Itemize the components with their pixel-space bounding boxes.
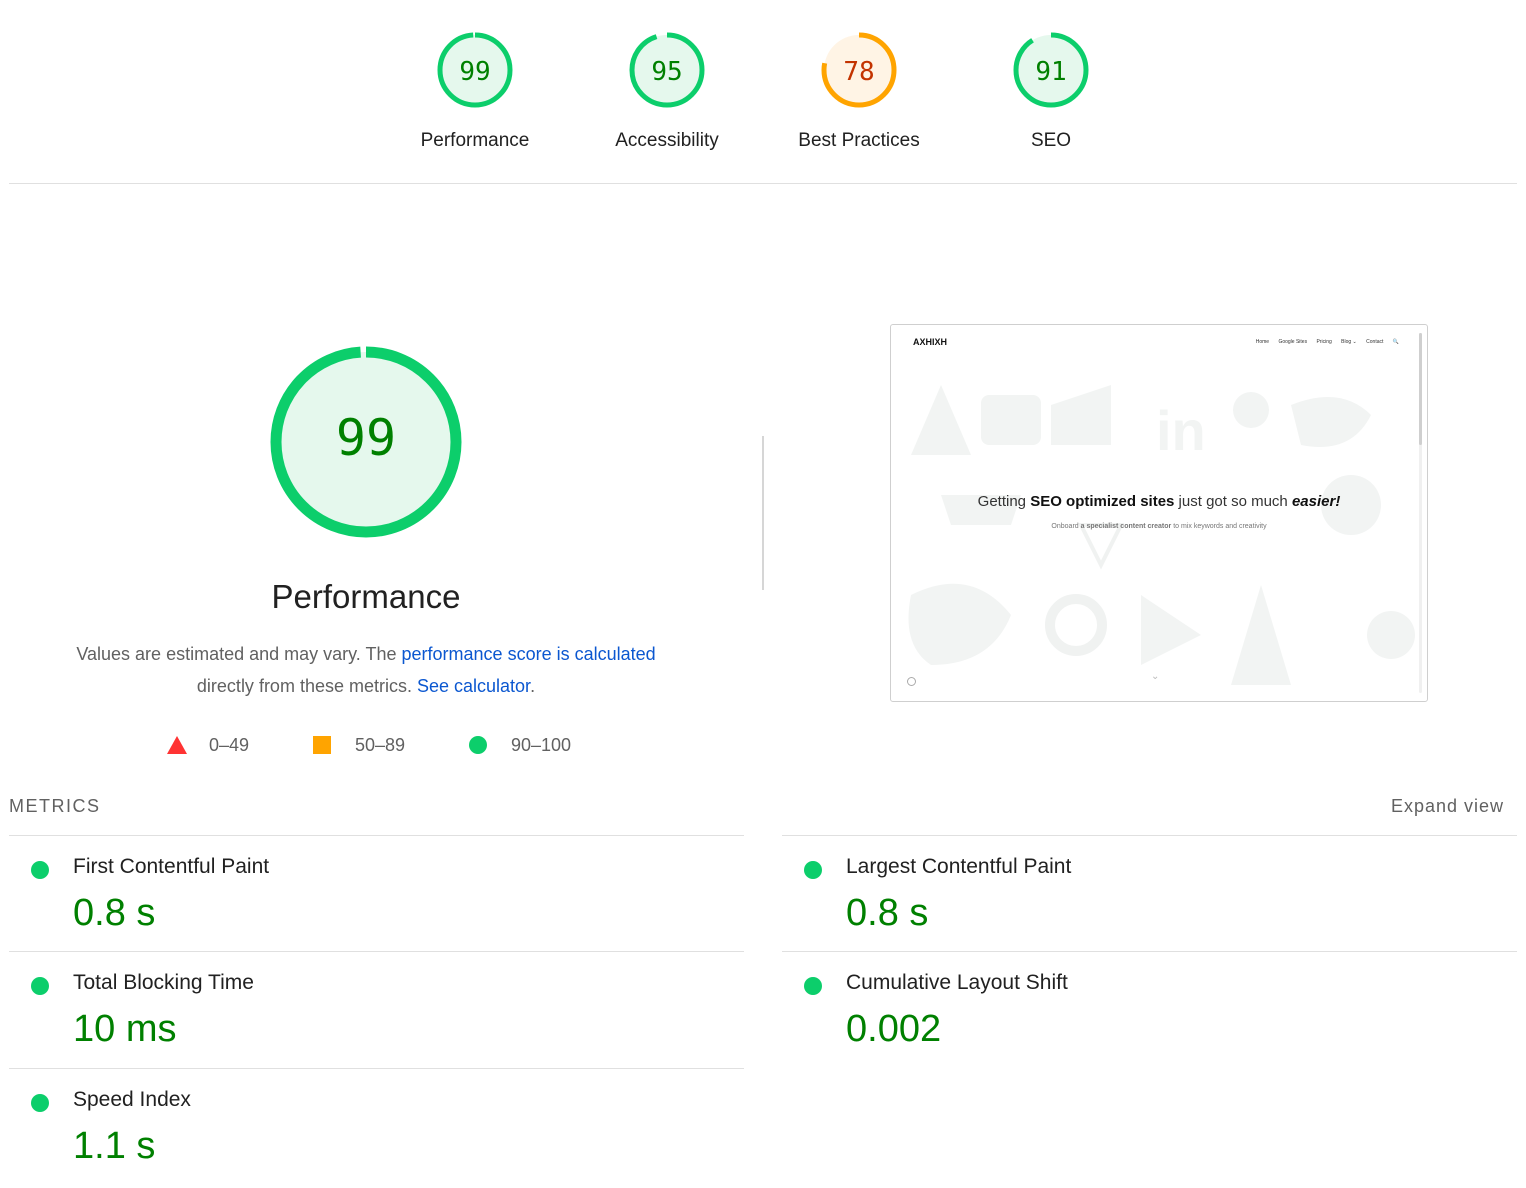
- performance-description: Values are estimated and may vary. The p…: [40, 638, 692, 702]
- gauge-ring: 99: [437, 32, 513, 108]
- gauge-label: Best Practices: [798, 130, 920, 151]
- triangle-icon: [167, 736, 187, 754]
- see-calculator-link[interactable]: See calculator: [417, 676, 530, 696]
- circle-icon: [469, 736, 487, 754]
- site-headline: Getting SEO optimized sites just got so …: [891, 493, 1427, 510]
- metric-name: First Contentful Paint: [73, 855, 270, 878]
- metric-speed-index: Speed Index 1.1 s: [9, 1068, 744, 1179]
- metric-value: 1.1 s: [73, 1125, 156, 1167]
- background-logos-image: in: [908, 385, 1415, 685]
- gauge-ring: 78: [821, 32, 897, 108]
- gauge-ring: 99: [270, 346, 462, 538]
- gauge-label: Performance: [420, 130, 530, 151]
- gauge-seo[interactable]: 91 SEO: [961, 30, 1141, 152]
- headline-emphasis: easier!: [1291, 493, 1341, 510]
- pass-circle-icon: [804, 861, 822, 879]
- metric-value: 10 ms: [73, 1008, 177, 1050]
- gauge-score: 91: [1035, 57, 1066, 87]
- metric-name: Largest Contentful Paint: [846, 855, 1072, 878]
- metric-value: 0.8 s: [846, 892, 929, 934]
- metric-name: Speed Index: [73, 1088, 191, 1111]
- expand-view-toggle[interactable]: Expand view: [1391, 796, 1504, 817]
- metric-largest-contentful-paint: Largest Contentful Paint 0.8 s: [782, 835, 1517, 952]
- nav-item: Home: [1255, 339, 1270, 345]
- pass-circle-icon: [804, 977, 822, 995]
- score-calculated-link[interactable]: performance score is calculated: [402, 644, 656, 664]
- sub-bold: a specialist content creator: [1080, 523, 1172, 530]
- chevron-down-icon: ⌄: [1151, 671, 1160, 682]
- headline-text: just got so much: [1174, 493, 1292, 510]
- site-subheadline: Onboard a specialist content creator to …: [891, 523, 1427, 530]
- gauge-label: Accessibility: [615, 130, 719, 151]
- metrics-header: METRICS: [9, 796, 101, 816]
- nav-item: Blog ⌄: [1341, 339, 1357, 345]
- performance-gauge-large: 99: [266, 342, 466, 542]
- desc-text: .: [530, 676, 536, 696]
- vertical-divider: [762, 436, 764, 590]
- metric-value: 0.002: [846, 1008, 942, 1050]
- desc-text: Values are estimated and may vary. The: [76, 644, 402, 664]
- gauge-ring: 95: [629, 32, 705, 108]
- metric-name: Cumulative Layout Shift: [846, 971, 1068, 994]
- settings-icon: [907, 677, 916, 686]
- performance-title: Performance: [271, 578, 461, 615]
- gauge-performance[interactable]: 99 Performance: [385, 30, 565, 152]
- metric-total-blocking-time: Total Blocking Time 10 ms: [9, 951, 744, 1068]
- gauge-score: 95: [651, 57, 682, 87]
- metric-value: 0.8 s: [73, 892, 156, 934]
- legend-pass-range: 90–100: [511, 735, 572, 755]
- site-logo: AXHIXH: [913, 337, 948, 347]
- search-icon: 🔍: [1392, 339, 1399, 345]
- desc-text: directly from these metrics.: [196, 676, 417, 696]
- gauge-best-practices[interactable]: 78 Best Practices: [769, 30, 949, 152]
- square-icon: [313, 736, 331, 754]
- sub-text: Onboard: [1051, 523, 1081, 530]
- sub-text: to mix keywords and creativity: [1171, 523, 1267, 530]
- scrollbar-thumb: [1419, 333, 1422, 445]
- gauge-score: 99: [336, 409, 396, 467]
- divider: [9, 183, 1517, 184]
- site-nav: Home Google Sites Pricing Blog ⌄ Contact…: [1248, 339, 1399, 345]
- final-screenshot[interactable]: in AXHIXH Home Google Sites Pricing Blog…: [890, 324, 1428, 702]
- metric-first-contentful-paint: First Contentful Paint 0.8 s: [9, 835, 744, 952]
- nav-item: Pricing: [1316, 339, 1332, 345]
- headline-bold: SEO optimized sites: [1030, 493, 1175, 510]
- pass-circle-icon: [31, 861, 49, 879]
- nav-item: Google Sites: [1278, 339, 1308, 345]
- gauge-accessibility[interactable]: 95 Accessibility: [577, 30, 757, 152]
- nav-item: Contact: [1366, 339, 1384, 345]
- legend-fail-range: 0–49: [209, 735, 250, 755]
- legend-average-range: 50–89: [355, 735, 406, 755]
- pass-circle-icon: [31, 977, 49, 995]
- metric-cumulative-layout-shift: Cumulative Layout Shift 0.002: [782, 951, 1517, 1068]
- gauge-score: 99: [459, 57, 490, 87]
- score-legend: 0–49 50–89 90–100: [0, 732, 732, 762]
- headline-text: Getting: [977, 493, 1031, 510]
- category-gauges: 99 Performance 95 Accessibility 78 Best …: [0, 0, 1526, 184]
- metric-name: Total Blocking Time: [73, 971, 254, 994]
- pass-circle-icon: [31, 1094, 49, 1112]
- gauge-ring: 91: [1013, 32, 1089, 108]
- svg-text:in: in: [1156, 399, 1206, 462]
- gauge-label: SEO: [1030, 130, 1072, 151]
- gauge-score: 78: [843, 57, 874, 87]
